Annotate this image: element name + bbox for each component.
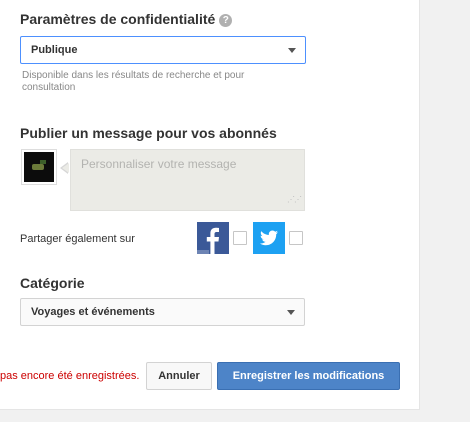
facebook-share-checkbox[interactable] [233, 231, 247, 245]
message-section-title: Publier un message pour vos abonnés [20, 125, 277, 141]
twitter-icon[interactable] [253, 222, 285, 254]
privacy-select-value: Publique [31, 44, 78, 56]
avatar-image [24, 152, 54, 182]
cancel-button[interactable]: Annuler [146, 362, 212, 390]
resize-handle-icon[interactable]: ⋰⋰ [287, 196, 302, 206]
facebook-icon[interactable] [197, 222, 229, 254]
share-label: Partager également sur [20, 233, 135, 245]
chevron-down-icon [287, 310, 295, 315]
save-changes-button[interactable]: Enregistrer les modifications [217, 362, 400, 390]
chevron-down-icon [288, 48, 296, 53]
category-section-title: Catégorie [20, 275, 85, 291]
privacy-hint: Disponible dans les résultats de recherc… [22, 70, 245, 93]
category-select-value: Voyages et événements [31, 306, 155, 318]
twitter-share-checkbox[interactable] [289, 231, 303, 245]
category-select[interactable]: Voyages et événements [20, 298, 305, 326]
unsaved-changes-warning: pas encore été enregistrées. [0, 370, 140, 382]
privacy-title-label: Paramètres de confidentialité [20, 11, 216, 27]
privacy-select[interactable]: Publique [20, 36, 306, 64]
message-input[interactable] [70, 149, 305, 211]
avatar [21, 149, 57, 185]
help-icon[interactable]: ? [219, 14, 233, 27]
privacy-section-title: Paramètres de confidentialité? [20, 11, 233, 27]
